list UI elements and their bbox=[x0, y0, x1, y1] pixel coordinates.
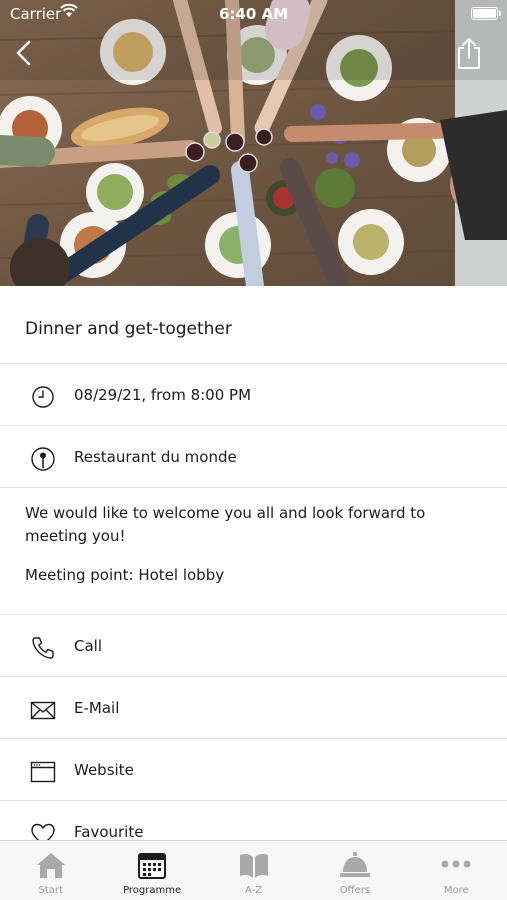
tab-offers-label: Offers bbox=[339, 885, 371, 896]
dinner-table-photo bbox=[0, 0, 507, 286]
event-datetime: 08/29/21, from 8:00 PM bbox=[74, 386, 252, 404]
event-description-text: We would like to welcome you all and loo… bbox=[25, 504, 426, 545]
tab-more-label: More bbox=[443, 885, 469, 896]
event-details: Dinner and get-together 08/29/21, from 8… bbox=[0, 286, 507, 863]
event-location-row: Restaurant du monde bbox=[0, 426, 507, 488]
website-label: Website bbox=[74, 761, 134, 779]
home-icon bbox=[36, 853, 65, 878]
email-label: E-Mail bbox=[74, 699, 120, 717]
envelope-icon bbox=[30, 701, 56, 720]
chevron-left-icon bbox=[16, 40, 31, 66]
tab-start[interactable]: Start bbox=[0, 841, 101, 900]
phone-icon bbox=[32, 637, 54, 659]
battery-icon bbox=[471, 7, 501, 20]
tab-start-label: Start bbox=[38, 885, 63, 896]
website-action[interactable]: Website bbox=[0, 739, 507, 801]
calendar-icon bbox=[138, 853, 167, 879]
more-dots-icon bbox=[441, 860, 471, 868]
event-hero-image bbox=[0, 0, 507, 286]
favourite-label: Favourite bbox=[74, 823, 144, 841]
tab-a-z[interactable]: A-Z bbox=[203, 841, 304, 900]
call-action[interactable]: Call bbox=[0, 615, 507, 677]
book-icon bbox=[239, 853, 268, 878]
event-location: Restaurant du monde bbox=[74, 448, 237, 466]
tab-programme[interactable]: Programme bbox=[101, 841, 202, 900]
tab-a-z-label: A-Z bbox=[244, 885, 263, 896]
share-icon bbox=[458, 38, 480, 69]
clock: 6:40 AM bbox=[218, 5, 289, 23]
service-bell-icon bbox=[339, 852, 370, 877]
tab-programme-label: Programme bbox=[123, 885, 182, 896]
tab-more[interactable]: More bbox=[406, 841, 507, 900]
event-title: Dinner and get-together bbox=[0, 286, 507, 364]
tab-offers[interactable]: Offers bbox=[304, 841, 405, 900]
event-description: We would like to welcome you all and loo… bbox=[0, 488, 507, 615]
location-pin-icon bbox=[31, 447, 55, 471]
status-bar: Carrier 6:40 AM bbox=[0, 0, 507, 28]
browser-window-icon bbox=[30, 761, 56, 783]
clock-icon bbox=[32, 386, 54, 408]
email-action[interactable]: E-Mail bbox=[0, 677, 507, 739]
event-datetime-row: 08/29/21, from 8:00 PM bbox=[0, 364, 507, 426]
back-button[interactable] bbox=[10, 38, 40, 68]
share-button[interactable] bbox=[455, 36, 483, 70]
tab-bar: Start Programme A-Z Offers More bbox=[0, 840, 507, 900]
call-label: Call bbox=[74, 637, 103, 655]
event-meeting-point: Meeting point: Hotel lobby bbox=[25, 566, 225, 584]
